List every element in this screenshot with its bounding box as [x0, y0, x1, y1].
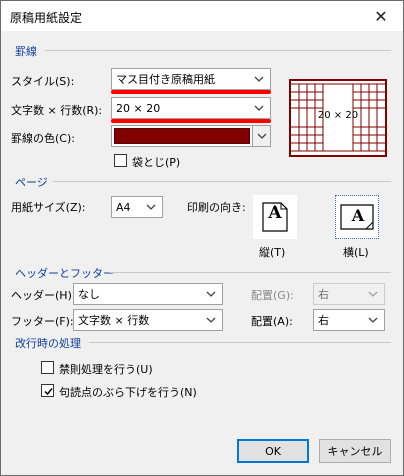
header-select[interactable]: なし [73, 283, 223, 305]
footer-position-value: 右 [318, 314, 329, 327]
annotation-underline [111, 119, 271, 123]
paper-size-value: A4 [116, 200, 131, 214]
cancel-label: キャンセル [327, 445, 383, 458]
section-divider [89, 342, 391, 343]
ok-button[interactable]: OK [237, 439, 309, 463]
footer-select[interactable]: 文字数 × 行数 [73, 309, 223, 331]
color-dropdown-button[interactable] [252, 126, 270, 146]
section-title-ruled: 罫線 [15, 45, 37, 58]
kinsoku-label: 禁則処理を行う(U) [59, 363, 153, 376]
chevron-down-icon [206, 291, 216, 297]
hanging-punctuation-checkbox[interactable] [41, 384, 54, 397]
portrait-glyph: A [268, 203, 282, 223]
kinsoku-checkbox[interactable] [41, 361, 54, 374]
section-divider [45, 50, 391, 51]
style-label: スタイル(S): [11, 75, 75, 88]
section-title-page: ページ [15, 176, 48, 189]
header-position-value: 右 [318, 288, 329, 301]
hanging-punctuation-label: 句読点のぶら下げを行う(N) [59, 386, 197, 399]
header-position-label: 配置(G): [251, 289, 294, 302]
header-position-select: 右 [313, 283, 385, 305]
page-setup-dialog: 原稿用紙設定 ✕ 罫線 スタイル(S): マス目付き原稿用紙 文字数 × 行数(… [0, 0, 404, 476]
chevron-down-icon [254, 105, 264, 111]
section-title-line-break: 改行時の処理 [15, 337, 81, 350]
chars-lines-select[interactable]: 20 × 20 [111, 97, 271, 119]
close-button[interactable]: ✕ [359, 1, 403, 31]
orientation-label: 印刷の向き: [187, 201, 246, 214]
chars-lines-value: 20 × 20 [116, 101, 161, 115]
footer-label: フッター(F): [11, 315, 74, 328]
section-title-header-footer: ヘッダーとフッター [15, 267, 114, 280]
style-value: マス目付き原稿用紙 [116, 73, 215, 86]
portrait-option[interactable]: A [253, 195, 297, 239]
annotation-underline [111, 90, 271, 94]
style-select[interactable]: マス目付き原稿用紙 [111, 68, 271, 90]
portrait-label: 縦(T) [259, 246, 286, 259]
chevron-down-icon [206, 317, 216, 323]
color-swatch [114, 128, 250, 144]
close-icon: ✕ [374, 6, 388, 26]
ok-label: OK [265, 444, 281, 458]
dialog-title: 原稿用紙設定 [10, 11, 83, 25]
chevron-down-icon [368, 317, 378, 323]
fold-checkbox[interactable] [114, 154, 127, 167]
line-color-label: 罫線の色(C): [11, 132, 75, 145]
title-bar: 原稿用紙設定 ✕ [1, 1, 403, 31]
footer-position-select[interactable]: 右 [313, 309, 385, 331]
grid-preview-label: 20 × 20 [317, 110, 359, 121]
chevron-down-icon [368, 291, 378, 297]
check-icon [44, 388, 53, 396]
section-divider [109, 272, 391, 273]
landscape-label: 横(L) [343, 246, 369, 259]
chevron-down-icon [254, 76, 264, 82]
header-value: なし [78, 288, 100, 301]
footer-position-label: 配置(A): [251, 315, 293, 328]
grid-preview: 20 × 20 [289, 79, 387, 157]
section-divider [53, 181, 391, 182]
chars-lines-label: 文字数 × 行数(R): [11, 104, 103, 117]
cancel-button[interactable]: キャンセル [319, 439, 391, 463]
line-color-picker[interactable] [111, 125, 271, 147]
paper-size-select[interactable]: A4 [111, 196, 163, 218]
paper-size-label: 用紙サイズ(Z): [11, 201, 86, 214]
header-label: ヘッダー(H): [11, 289, 76, 302]
chevron-down-icon [146, 204, 156, 210]
chevron-down-icon [257, 133, 267, 139]
landscape-glyph: A [351, 206, 365, 225]
fold-label: 袋とじ(P) [132, 156, 181, 169]
footer-value: 文字数 × 行数 [78, 314, 150, 327]
landscape-option[interactable]: A [335, 195, 379, 239]
